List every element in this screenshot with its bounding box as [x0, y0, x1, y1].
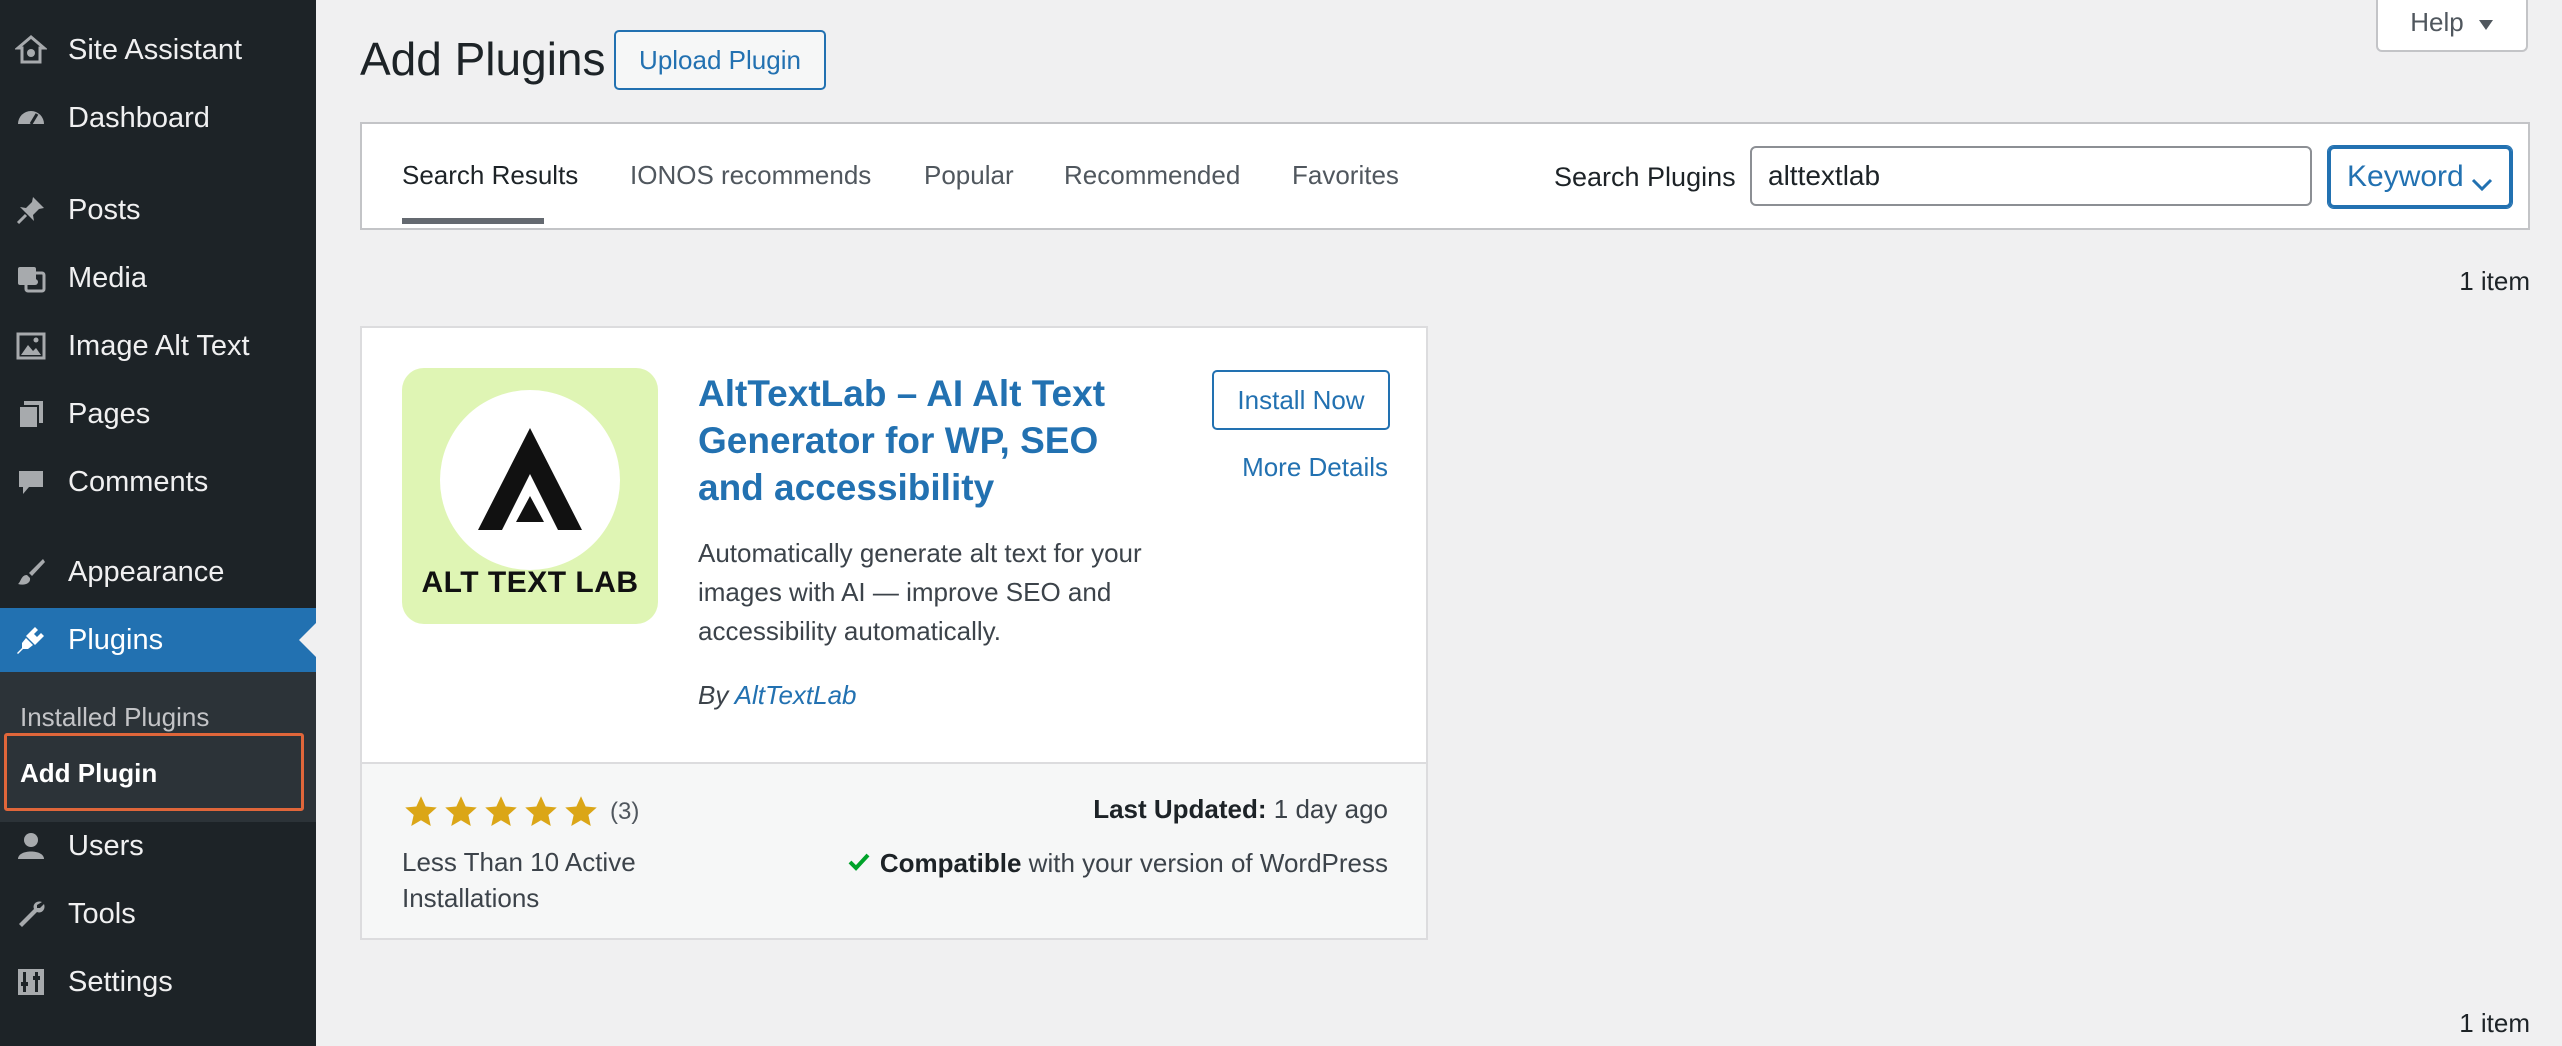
result-count-top: 1 item — [2459, 266, 2530, 296]
star-icon — [565, 796, 597, 826]
brush-icon — [14, 555, 48, 589]
rating-count: (3) — [610, 798, 640, 825]
sidebar-item-plugins[interactable]: Plugins — [0, 608, 316, 672]
logo-a-mark — [478, 428, 582, 530]
more-details-link[interactable]: More Details — [1242, 452, 1388, 483]
upload-plugin-button[interactable]: Upload Plugin — [614, 30, 826, 90]
sidebar-item-label: Settings — [68, 965, 173, 998]
sidebar-item-pages[interactable]: Pages — [0, 382, 316, 446]
help-button[interactable]: Help — [2376, 0, 2528, 52]
star-icon — [405, 796, 437, 826]
pin-icon — [14, 193, 48, 227]
search-input[interactable] — [1750, 146, 2312, 206]
compatible-text: with your version of WordPress — [1028, 848, 1388, 878]
sidebar-item-dashboard[interactable]: Dashboard — [0, 86, 316, 150]
plugin-description: Automatically generate alt text for your… — [698, 538, 1142, 646]
star-rating: (3) — [402, 794, 639, 830]
caret-down-icon — [2478, 7, 2494, 38]
sidebar-item-label: Plugins — [68, 623, 164, 656]
search-type-select[interactable]: Keyword — [2328, 146, 2512, 208]
wrench-icon — [14, 897, 48, 931]
tab-favorites[interactable]: Favorites — [1292, 160, 1399, 191]
sidebar-item-image-alt-text[interactable]: Image Alt Text — [0, 314, 316, 378]
tab-popular[interactable]: Popular — [924, 160, 1014, 191]
sidebar-item-label: Image Alt Text — [68, 329, 250, 362]
image-icon — [14, 329, 48, 363]
sidebar-item-label: Comments — [68, 465, 209, 498]
home-gear-icon — [14, 33, 48, 67]
tab-search-results[interactable]: Search Results — [402, 160, 578, 191]
submenu-item-installed-plugins[interactable]: Installed Plugins — [20, 702, 209, 733]
chevron-down-icon — [2471, 167, 2493, 201]
sidebar-item-users[interactable]: Users — [0, 814, 316, 878]
sidebar-item-label: Dashboard — [68, 101, 210, 134]
media-icon — [14, 261, 48, 295]
active-installs: Less Than 10 Active Installations — [402, 847, 636, 913]
logo-circle — [440, 390, 620, 570]
last-updated-value: 1 day ago — [1273, 794, 1388, 824]
last-updated-label: Last Updated: — [1093, 794, 1267, 824]
sidebar-item-tools[interactable]: Tools — [0, 882, 316, 946]
active-tab-indicator — [402, 218, 544, 224]
sidebar-item-label: Posts — [68, 193, 141, 226]
install-now-button[interactable]: Install Now — [1212, 370, 1390, 430]
sidebar-item-appearance[interactable]: Appearance — [0, 540, 316, 604]
comment-icon — [14, 465, 48, 499]
sidebar-item-posts[interactable]: Posts — [0, 178, 316, 242]
filter-bar: Search Results IONOS recommends Popular … — [360, 122, 2530, 230]
checkmark-icon — [848, 848, 870, 879]
sidebar-item-settings[interactable]: Settings — [0, 950, 316, 1014]
plug-icon — [14, 623, 48, 657]
pages-icon — [14, 397, 48, 431]
plugin-author: By AltTextLab — [698, 680, 857, 711]
compatibility-notice: Compatible with your version of WordPres… — [848, 848, 1388, 879]
tab-ionos-recommends[interactable]: IONOS recommends — [630, 160, 871, 191]
tab-recommended[interactable]: Recommended — [1064, 160, 1240, 191]
compatible-label: Compatible — [879, 848, 1022, 878]
plugin-card-footer: (3) Less Than 10 Active Installations La… — [362, 762, 1426, 938]
search-label: Search Plugins — [1554, 162, 1736, 192]
admin-sidebar: Site Assistant Dashboard Posts Media Ima… — [0, 0, 316, 1046]
submenu-item-add-plugin[interactable]: Add Plugin — [20, 758, 157, 789]
last-updated: Last Updated: 1 day ago — [1093, 794, 1388, 825]
dashboard-icon — [14, 101, 48, 135]
plugin-card: ALT TEXT LAB AltTextLab – AI Alt Text Ge… — [360, 326, 1428, 940]
sidebar-item-label: Appearance — [68, 555, 225, 588]
logo-wordmark: ALT TEXT LAB — [421, 566, 639, 599]
result-count-bottom: 1 item — [2459, 1008, 2530, 1038]
sidebar-item-media[interactable]: Media — [0, 246, 316, 310]
help-label: Help — [2410, 6, 2464, 37]
settings-icon — [14, 965, 48, 999]
sidebar-item-label: Media — [68, 261, 147, 294]
sidebar-item-label: Pages — [68, 397, 151, 430]
sidebar-item-comments[interactable]: Comments — [0, 450, 316, 514]
sidebar-item-site-assistant[interactable]: Site Assistant — [0, 18, 316, 82]
sidebar-item-label: Tools — [68, 897, 136, 930]
star-icon — [485, 796, 517, 826]
sidebar-item-label: Users — [68, 829, 144, 862]
page-title: Add Plugins — [360, 33, 606, 85]
stars — [402, 794, 600, 830]
star-icon — [525, 796, 557, 826]
plugin-name-link[interactable]: AltTextLab – AI Alt Text Generator for W… — [698, 370, 1138, 511]
plugin-logo[interactable]: ALT TEXT LAB — [402, 368, 658, 624]
search-type-value: Keyword — [2347, 160, 2464, 193]
author-link[interactable]: AltTextLab — [735, 680, 857, 710]
sidebar-item-label: Site Assistant — [68, 33, 243, 66]
user-icon — [14, 829, 48, 863]
star-icon — [445, 796, 477, 826]
by-label: By — [698, 680, 729, 710]
